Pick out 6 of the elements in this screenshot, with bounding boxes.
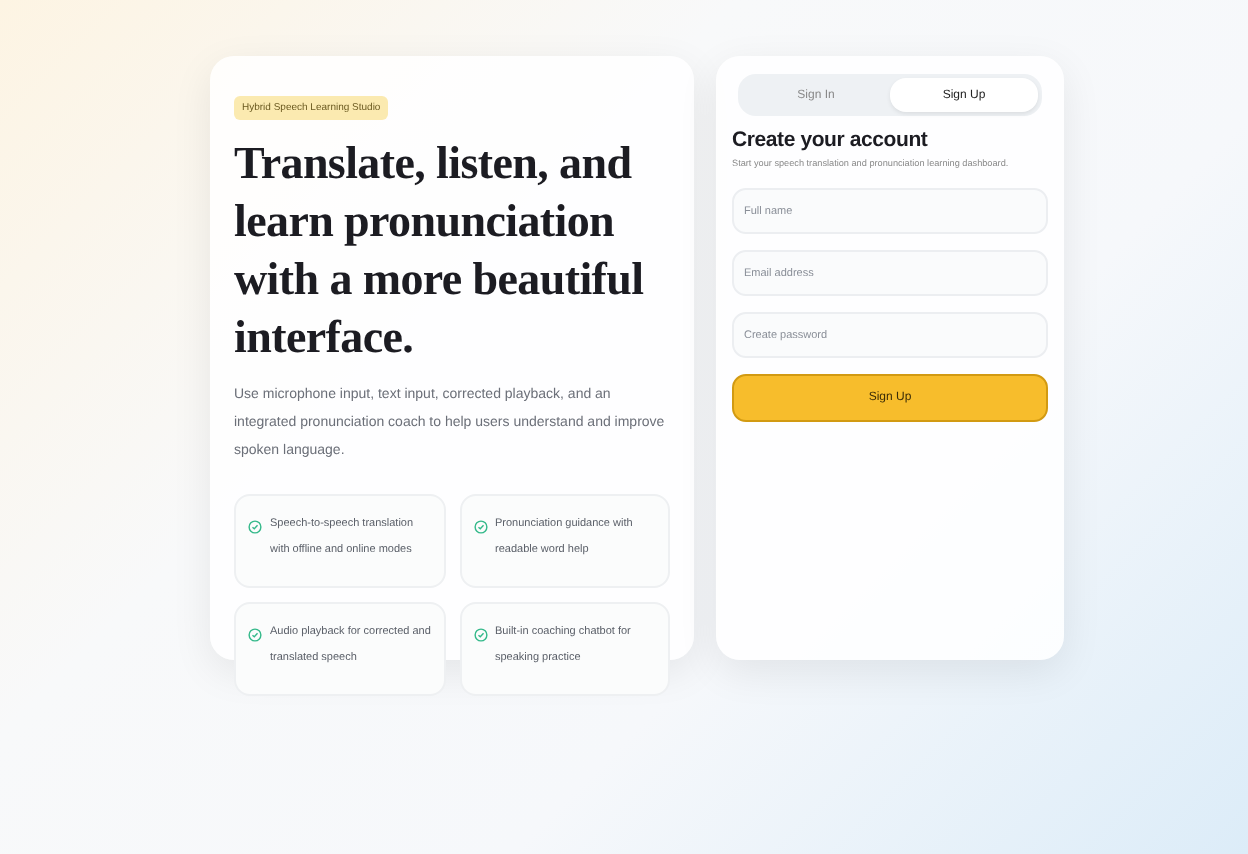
- hero-heading: Translate, listen, and learn pronunciation with a more beautiful interface.: [234, 136, 646, 366]
- form-title: Create your account: [732, 128, 930, 152]
- check-circle-icon: [248, 520, 262, 534]
- check-circle-icon: [248, 628, 262, 642]
- check-circle-icon: [473, 520, 487, 534]
- check-circle-icon: [473, 628, 487, 642]
